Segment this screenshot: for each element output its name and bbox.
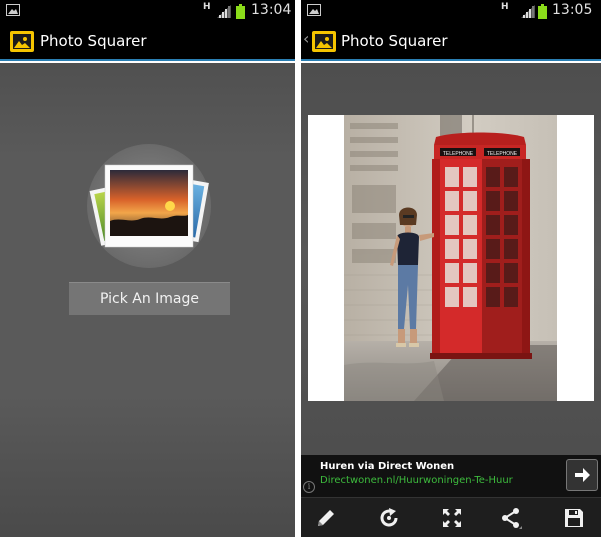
action-bar: ‹ Photo Squarer [301, 22, 601, 61]
battery-icon [538, 4, 547, 19]
share-icon[interactable] [500, 507, 522, 529]
pencil-icon[interactable] [315, 507, 337, 529]
start-content: Pick An Image [0, 63, 295, 537]
action-bar: Photo Squarer [0, 22, 295, 61]
app-title: Photo Squarer [40, 32, 147, 50]
pick-image-button[interactable]: Pick An Image [69, 282, 230, 315]
network-type-icon: H [203, 2, 211, 12]
bottom-toolbar [301, 497, 601, 537]
up-caret-icon[interactable]: ‹ [303, 29, 309, 48]
ad-arrow-button[interactable] [566, 459, 598, 491]
ad-title[interactable]: Huren via Direct Wonen [320, 461, 454, 472]
network-type-icon: H [501, 2, 509, 12]
fit-icon[interactable] [441, 507, 463, 529]
gallery-notification-icon [6, 4, 20, 16]
save-icon[interactable] [563, 507, 585, 529]
status-bar: H 13:05 [301, 0, 601, 22]
app-logo-icon [10, 31, 34, 52]
svg-text:TELEPHONE: TELEPHONE [443, 151, 474, 157]
square-canvas[interactable]: TELEPHONE TELEPHONE [308, 115, 594, 401]
ad-banner[interactable]: Huren via Direct Wonen Directwonen.nl/Hu… [301, 455, 601, 497]
screen-start: H 13:04 Photo Squarer Pick An Image [0, 0, 295, 537]
arrow-right-icon [575, 468, 590, 482]
svg-text:TELEPHONE: TELEPHONE [487, 151, 518, 157]
signal-icon [217, 5, 231, 18]
signal-icon [521, 5, 535, 18]
status-bar: H 13:04 [0, 0, 295, 22]
ad-info-icon[interactable]: i [303, 481, 315, 493]
photos-stack-icon [87, 144, 211, 268]
screen-editor: H 13:05 ‹ Photo Squarer TELEPHONE TELEPH… [301, 0, 601, 537]
editor-content: TELEPHONE TELEPHONE Huren via Direct Won… [301, 63, 601, 537]
clock: 13:05 [552, 2, 593, 18]
ad-url[interactable]: Directwonen.nl/Huurwoningen-Te-Huur [320, 475, 513, 486]
telephone-booth-photo: TELEPHONE TELEPHONE [344, 115, 557, 401]
clock: 13:04 [251, 2, 292, 18]
rotate-icon[interactable] [378, 507, 400, 529]
app-title: Photo Squarer [341, 32, 448, 50]
app-logo-icon[interactable] [312, 31, 336, 52]
gallery-notification-icon [307, 4, 321, 16]
battery-icon [236, 4, 245, 19]
